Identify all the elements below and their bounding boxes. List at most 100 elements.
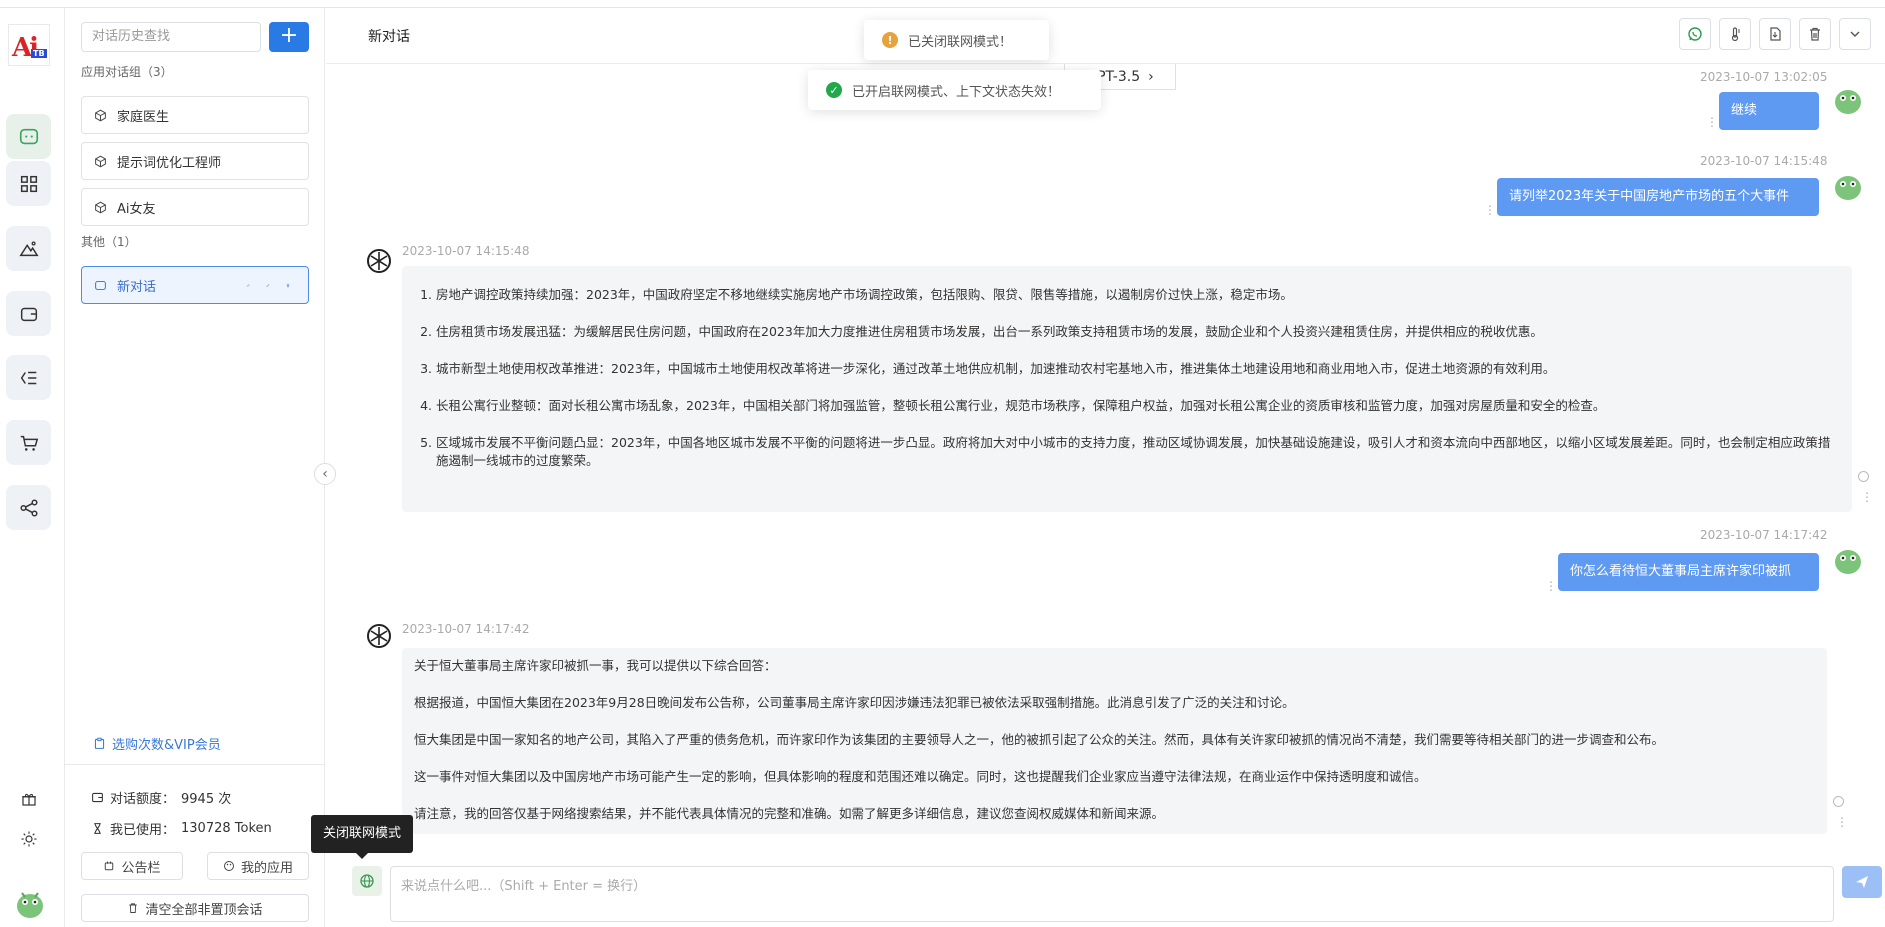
network-mode-toggle[interactable]	[352, 866, 382, 896]
apps-nav-button[interactable]	[6, 161, 51, 206]
new-chat-button[interactable]: +	[269, 22, 309, 52]
chat-main: 新对话 GPT-3.5 › ! 已关闭联网模式！ ✓ 已开启联网模式、上下文状态…	[326, 8, 1885, 927]
temperature-button[interactable]	[1719, 18, 1751, 50]
export-button[interactable]	[1759, 18, 1791, 50]
notice-board-button[interactable]: 公告栏	[81, 852, 183, 880]
toast-network-opened: ✓ 已开启联网模式、上下文状态失效！	[808, 70, 1101, 110]
network-tooltip: 关闭联网模式	[311, 815, 414, 859]
cube-icon	[95, 201, 106, 213]
chevron-down-icon	[1850, 31, 1860, 37]
conversation-label: 家庭医生	[117, 109, 170, 125]
theme-toggle-button[interactable]	[18, 828, 40, 850]
send-icon	[1856, 876, 1868, 888]
usage-stat: 我已使用： 130728 Token	[91, 819, 272, 838]
vip-purchase-link[interactable]: 选购次数&VIP会员	[93, 734, 221, 753]
send-button[interactable]	[1842, 866, 1882, 898]
pin-icon	[246, 283, 250, 287]
clipboard-icon	[94, 737, 105, 749]
pin-button[interactable]	[246, 278, 260, 292]
success-icon: ✓	[826, 82, 842, 98]
clear-conversations-label: 清空全部非置顶会话	[145, 902, 263, 918]
message-menu-button[interactable]: ⋮	[1484, 204, 1496, 216]
toast-text: 已开启联网模式、上下文状态失效！	[852, 84, 1061, 100]
message-menu-button[interactable]: ⋮	[1836, 816, 1848, 828]
usage-label: 我已使用：	[110, 823, 176, 838]
assistant-message: 关于恒大董事局主席许家印被抓一事，我可以提供以下综合回答： 根据报道，中国恒大集…	[402, 648, 1827, 834]
delete-button[interactable]	[286, 278, 300, 292]
gift-button[interactable]	[18, 788, 40, 810]
mountain-icon	[18, 240, 39, 256]
conversation-item-doctor[interactable]: 家庭医生	[81, 96, 309, 134]
answer-paragraph: 关于恒大董事局主席许家印被抓一事，我可以提供以下综合回答：	[414, 658, 777, 673]
more-options-button[interactable]	[1839, 18, 1871, 50]
copy-status-icon[interactable]	[1833, 796, 1844, 807]
trash-icon	[129, 903, 138, 913]
conversation-item-prompt-engineer[interactable]: 提示词优化工程师	[81, 142, 309, 180]
history-panel: 对话历史查找 + 应用对话组（3） 家庭医生 提示词优化工程师 Ai女友 其他（…	[65, 8, 325, 927]
message-timestamp: 2023-10-07 14:17:42	[1700, 528, 1828, 542]
my-apps-button[interactable]: 我的应用	[207, 852, 309, 880]
notice-board-label: 公告栏	[121, 860, 161, 876]
grid-icon	[20, 175, 37, 192]
chat-icon	[95, 280, 106, 290]
icon-rail: Ai TB	[0, 8, 65, 927]
answer-paragraph: 请注意，我的回答仅基于网络搜索结果，并不能代表具体情况的完整和准确。如需了解更多…	[414, 806, 1165, 821]
answer-paragraph: 根据报道，中国恒大集团在2023年9月28日晚间发布公告称，公司董事局主席许家印…	[414, 695, 1295, 710]
share-nav-button[interactable]	[6, 485, 51, 530]
chat-nav-button[interactable]	[6, 114, 51, 159]
quota-label: 对话额度：	[110, 792, 176, 807]
chat-input[interactable]: 来说点什么吧...（Shift + Enter = 换行）	[390, 866, 1834, 922]
clear-chat-button[interactable]	[1799, 18, 1831, 50]
document-icon	[1770, 27, 1781, 41]
my-apps-label: 我的应用	[240, 860, 293, 876]
toast-network-closed: ! 已关闭联网模式！	[864, 20, 1049, 60]
quota-stat: 对话额度： 9945 次	[91, 788, 231, 807]
cube-icon	[95, 155, 106, 167]
app-logo: Ai TB	[8, 24, 50, 66]
conversation-item-ai-girlfriend[interactable]: Ai女友	[81, 188, 309, 226]
assistant-message: 房地产调控政策持续加强：2023年，中国政府坚定不移地继续实施房地产市场调控政策…	[402, 266, 1852, 512]
chat-title: 新对话	[368, 29, 410, 45]
usage-value: 130728 Token	[181, 821, 272, 836]
conversation-item-new-chat[interactable]: 新对话	[81, 266, 309, 304]
top-border	[0, 0, 1885, 8]
edit-button[interactable]	[266, 278, 280, 292]
wallet-nav-button[interactable]	[6, 291, 51, 336]
user-avatar[interactable]	[12, 884, 48, 920]
pencil-icon	[266, 283, 270, 287]
cart-icon	[20, 435, 38, 451]
chat-icon	[19, 128, 38, 144]
history-search-input[interactable]: 对话历史查找	[81, 22, 261, 52]
openai-icon	[367, 624, 391, 648]
plugins-nav-button[interactable]	[6, 355, 51, 400]
cube-icon	[95, 109, 106, 121]
clear-conversations-button[interactable]: 清空全部非置顶会话	[81, 894, 309, 922]
hourglass-icon	[94, 823, 101, 834]
drawing-nav-button[interactable]	[6, 226, 51, 271]
gift-icon	[22, 793, 36, 806]
whatsapp-share-button[interactable]	[1679, 18, 1711, 50]
globe-icon	[360, 874, 374, 888]
message-timestamp: 2023-10-07 14:15:48	[402, 244, 530, 258]
user-avatar	[1835, 90, 1861, 114]
wallet-icon	[20, 307, 37, 321]
chat-header: 新对话	[326, 8, 1885, 64]
copy-status-icon[interactable]	[1858, 471, 1869, 482]
divider	[65, 764, 325, 765]
message-menu-button[interactable]: ⋮	[1545, 580, 1557, 592]
user-message: 请列举2023年关于中国房地产市场的五个大事件	[1497, 178, 1819, 216]
sun-icon	[21, 831, 37, 847]
answer-list-item: 长租公寓行业整顿：面对长租公寓市场乱象，2023年，中国相关部门将加强监管，整顿…	[436, 397, 1838, 415]
openai-icon	[367, 249, 391, 273]
shop-nav-button[interactable]	[6, 420, 51, 465]
list-tree-icon	[20, 371, 36, 384]
trash-icon	[286, 283, 290, 287]
message-menu-button[interactable]: ⋮	[1706, 116, 1718, 128]
chevron-right-icon: ›	[1148, 68, 1154, 85]
user-avatar	[1835, 550, 1861, 574]
message-timestamp: 2023-10-07 13:02:05	[1700, 70, 1828, 84]
answer-list-item: 城市新型土地使用权改革推进：2023年，中国城市土地使用权改革将进一步深化，通过…	[436, 360, 1838, 378]
message-menu-button[interactable]: ⋮	[1861, 491, 1873, 503]
user-message: 继续	[1719, 92, 1819, 130]
answer-list-item: 区域城市发展不平衡问题凸显：2023年，中国各地区城市发展不平衡的问题将进一步凸…	[436, 434, 1838, 470]
